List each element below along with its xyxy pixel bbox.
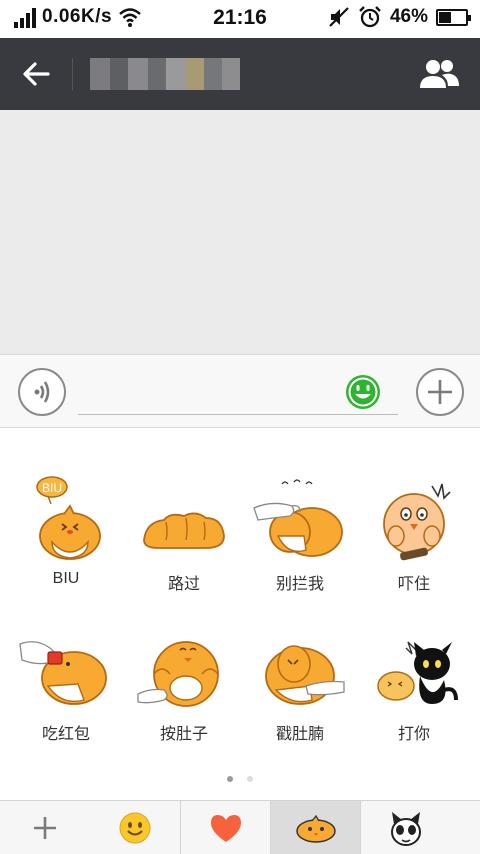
plus-icon xyxy=(34,817,56,839)
page-dot xyxy=(247,776,253,782)
sticker-image xyxy=(19,641,107,705)
sticker-label: 吃红包 xyxy=(41,726,90,743)
arrow-left-icon[interactable] xyxy=(18,56,54,92)
input-bar xyxy=(0,354,480,428)
sticker-label: 路过 xyxy=(167,576,200,593)
battery-icon xyxy=(436,8,471,26)
sticker-image xyxy=(253,479,343,557)
alarm-icon xyxy=(359,6,381,28)
battery-percent: 46% xyxy=(389,6,428,27)
sticker-dont-stop-me[interactable]: 别拦我 xyxy=(250,474,350,604)
sticker-image xyxy=(137,641,219,707)
cat-sticker-icon xyxy=(390,812,421,846)
tab-favorites[interactable] xyxy=(180,801,270,854)
sticker-tabbar xyxy=(0,800,480,854)
battery-fill xyxy=(439,11,451,23)
group-icon[interactable] xyxy=(418,56,460,92)
sticker-label: 吓住 xyxy=(397,576,430,593)
sticker-image: BIU xyxy=(36,476,101,560)
tab-chick-stickers[interactable] xyxy=(270,801,360,854)
chat-header xyxy=(0,38,480,110)
sticker-poke-belly[interactable]: 戳肚腩 xyxy=(250,624,350,754)
plus-icon xyxy=(428,380,452,404)
svg-text:BIU: BIU xyxy=(42,481,62,495)
tab-cat-stickers[interactable] xyxy=(360,801,450,854)
sticker-hit-you[interactable]: 打你 xyxy=(364,624,464,754)
status-right: 46% xyxy=(328,5,471,29)
chat-message-area[interactable] xyxy=(0,110,480,354)
tab-emoji[interactable] xyxy=(90,801,180,854)
sticker-scared[interactable]: 吓住 xyxy=(364,474,464,604)
smiley-icon[interactable] xyxy=(344,373,382,411)
sticker-eat-red-packet[interactable]: 吃红包 xyxy=(16,624,116,754)
header-divider xyxy=(72,58,73,90)
sticker-passing[interactable]: 路过 xyxy=(134,474,234,604)
sticker-press-belly[interactable]: 按肚子 xyxy=(134,624,234,754)
sticker-label: BIU xyxy=(52,570,80,587)
sticker-label: 按肚子 xyxy=(159,726,208,743)
heart-icon xyxy=(210,815,241,842)
sticker-label: 打你 xyxy=(397,726,430,743)
sticker-panel: BIU BIU 路过 别拦我 吓住 吃红包 按肚子 戳肚腩 打你 xyxy=(0,428,480,800)
page-dot-active xyxy=(227,776,233,782)
tab-add-sticker[interactable] xyxy=(0,801,90,854)
sticker-label: 戳肚腩 xyxy=(275,726,324,743)
sticker-image xyxy=(383,483,451,561)
more-button[interactable] xyxy=(416,368,464,416)
smiley-icon xyxy=(119,812,151,844)
sticker-label: 别拦我 xyxy=(275,576,324,593)
sticker-biu[interactable]: BIU BIU xyxy=(16,474,116,604)
voice-icon xyxy=(34,381,50,403)
voice-button[interactable] xyxy=(18,368,66,416)
chat-title-pixelated xyxy=(90,58,240,90)
status-bar: 0.06K/s 21:16 46% xyxy=(0,0,480,38)
mute-icon xyxy=(329,7,349,27)
page-indicator xyxy=(0,776,480,782)
chick-sticker-icon xyxy=(295,814,336,843)
sticker-image xyxy=(377,641,458,704)
sticker-image xyxy=(143,512,225,549)
sticker-image xyxy=(265,645,345,705)
